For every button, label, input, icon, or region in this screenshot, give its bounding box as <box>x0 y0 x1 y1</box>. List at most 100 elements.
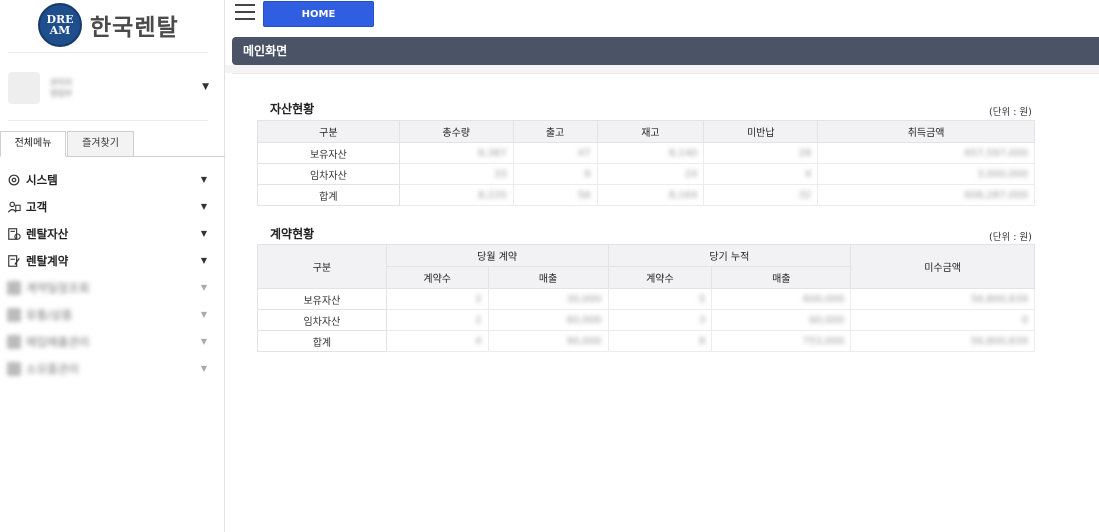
table-row: 임차자산 33 9 24 4 3,000,000 <box>257 163 1035 185</box>
row-label: 합계 <box>257 184 400 206</box>
sidebar-item-customer[interactable]: 고객 ▼ <box>0 193 225 220</box>
table-cell: 9 <box>512 163 598 185</box>
sidebar-item-schedule[interactable]: 계약일정조회 ▼ <box>0 274 225 301</box>
table-cell: 30,000 <box>487 288 609 310</box>
column-header: 매출 <box>487 266 609 289</box>
sidebar-item-sales[interactable]: 매입매출관리 ▼ <box>0 328 225 355</box>
dream-logo-icon: DRE AM <box>38 3 82 47</box>
table-row: 합계 4 90,000 8 753,000 56,800,839 <box>257 330 1035 352</box>
sidebar-item-label: 소모품관리 <box>26 361 79 376</box>
column-header: 당월 계약 <box>385 244 609 267</box>
brand-name: 한국렌탈 <box>90 15 179 41</box>
chevron-down-icon: ▼ <box>200 283 207 292</box>
chevron-down-icon: ▼ <box>200 256 207 265</box>
asset-status-title: 자산현황 <box>270 102 315 116</box>
table-cell: 8,220 <box>398 184 514 206</box>
table-row: 보유자산 2 30,000 5 600,000 56,800,839 <box>257 288 1035 310</box>
chevron-down-icon: ▼ <box>200 310 207 319</box>
customer-icon <box>7 201 21 213</box>
contract-status-title: 계약현황 <box>270 227 315 241</box>
contract-status-table: 구분 당월 계약 당기 누적 미수금액 계약수 매출 계약수 매출 보유자산 2… <box>257 244 1035 352</box>
table-cell: 657,597,000 <box>817 142 1035 164</box>
column-header: 당기 누적 <box>607 244 852 267</box>
content-gutter <box>225 65 1099 73</box>
contract-icon <box>8 254 20 267</box>
column-header: 취득금액 <box>817 120 1035 143</box>
table-row: 임차자산 2 60,000 3 60,000 0 <box>257 309 1035 331</box>
user-profile[interactable]: 관리자 영업부 ▼ <box>8 70 213 106</box>
app-root: DRE AM 한국렌탈 관리자 영업부 ▼ 전체메뉴 즐겨찾기 시스템 ▼ 고객… <box>0 0 1099 532</box>
table-cell: 24 <box>596 163 705 185</box>
table-cell: 8,164 <box>596 184 705 206</box>
supplies-icon <box>7 361 21 376</box>
table-cell: 5 <box>607 288 713 310</box>
table-cell: 47 <box>512 142 598 164</box>
column-header: 재고 <box>596 120 705 143</box>
table-cell: 4 <box>703 163 819 185</box>
table-header-row: 구분 총수량 출고 재고 미반납 취득금액 <box>257 120 1035 143</box>
row-label: 임차자산 <box>257 309 387 331</box>
tab-favorites[interactable]: 즐겨찾기 <box>67 131 134 157</box>
chevron-down-icon: ▼ <box>200 364 207 373</box>
sidebar: DRE AM 한국렌탈 관리자 영업부 ▼ 전체메뉴 즐겨찾기 시스템 ▼ 고객… <box>0 0 225 532</box>
divider <box>8 120 208 121</box>
divider <box>8 52 208 53</box>
asset-status-table: 구분 총수량 출고 재고 미반납 취득금액 보유자산 8,387 47 8,14… <box>257 120 1035 206</box>
contract-status-unit: (단위 : 원) <box>989 232 1032 243</box>
sidebar-item-rental-assets[interactable]: 렌탈자산 ▼ <box>0 220 225 247</box>
table-cell: 56 <box>512 184 598 206</box>
table-cell: 8,387 <box>398 142 514 164</box>
column-header: 총수량 <box>398 120 514 143</box>
main-content: 자산현황 (단위 : 원) 구분 총수량 출고 재고 미반납 취득금액 보유자산… <box>232 73 1099 532</box>
sidebar-item-label: 렌탈계약 <box>26 253 69 268</box>
table-cell: 2 <box>385 309 489 331</box>
sidebar-menu: 시스템 ▼ 고객 ▼ 렌탈자산 ▼ 렌탈계약 ▼ 계약일정조회 ▼ 유통/상품 … <box>0 166 225 382</box>
column-header: 계약수 <box>385 266 489 289</box>
column-header: 미반납 <box>703 120 819 143</box>
asset-status-unit: (단위 : 원) <box>989 107 1032 118</box>
sidebar-item-rental-contract[interactable]: 렌탈계약 ▼ <box>0 247 225 274</box>
table-row: 보유자산 8,387 47 8,140 28 657,597,000 <box>257 142 1035 164</box>
table-cell: 60,000 <box>711 309 852 331</box>
chevron-down-icon: ▼ <box>200 229 207 238</box>
sidebar-item-supplies[interactable]: 소모품관리 ▼ <box>0 355 225 382</box>
chevron-down-icon: ▼ <box>200 202 207 211</box>
table-cell: 600,000 <box>711 288 852 310</box>
table-cell: 606,287,000 <box>817 184 1035 206</box>
home-button[interactable]: HOME <box>263 1 374 27</box>
table-cell: 33 <box>398 163 514 185</box>
user-role: 영업부 <box>50 89 73 98</box>
table-header-row: 구분 당월 계약 당기 누적 미수금액 <box>257 244 1035 289</box>
table-cell: 8,140 <box>596 142 705 164</box>
menu-toggle-icon[interactable] <box>235 4 255 22</box>
sales-icon <box>7 334 21 349</box>
column-header: 출고 <box>512 120 598 143</box>
chevron-down-icon: ▼ <box>200 337 207 346</box>
sidebar-item-label: 렌탈자산 <box>26 226 69 241</box>
table-cell: 0 <box>850 309 1035 331</box>
table-cell: 753,000 <box>711 330 852 352</box>
table-row: 합계 8,220 56 8,164 32 606,287,000 <box>257 184 1035 206</box>
sidebar-item-label: 시스템 <box>26 172 58 187</box>
sidebar-item-label: 유통/상품 <box>26 307 73 322</box>
product-icon <box>7 307 21 322</box>
table-cell: 90,000 <box>487 330 609 352</box>
table-cell: 56,800,839 <box>850 330 1035 352</box>
user-name: 관리자 <box>50 78 73 87</box>
column-header: 미수금액 <box>850 244 1035 289</box>
brand-logo[interactable]: DRE AM 한국렌탈 <box>38 3 179 47</box>
column-header: 매출 <box>711 266 852 289</box>
schedule-icon <box>7 280 21 295</box>
sidebar-item-label: 고객 <box>26 199 48 214</box>
page-title: 메인화면 <box>232 37 1099 65</box>
chevron-down-icon: ▼ <box>200 175 207 184</box>
column-header: 구분 <box>257 120 400 143</box>
row-label: 임차자산 <box>257 163 400 185</box>
sidebar-item-products[interactable]: 유통/상품 ▼ <box>0 301 225 328</box>
row-label: 보유자산 <box>257 142 400 164</box>
table-cell: 60,000 <box>487 309 609 331</box>
asset-icon <box>8 227 21 240</box>
chevron-down-icon[interactable]: ▼ <box>202 82 209 92</box>
tab-all-menu[interactable]: 전체메뉴 <box>0 131 66 157</box>
sidebar-item-system[interactable]: 시스템 ▼ <box>0 166 225 193</box>
